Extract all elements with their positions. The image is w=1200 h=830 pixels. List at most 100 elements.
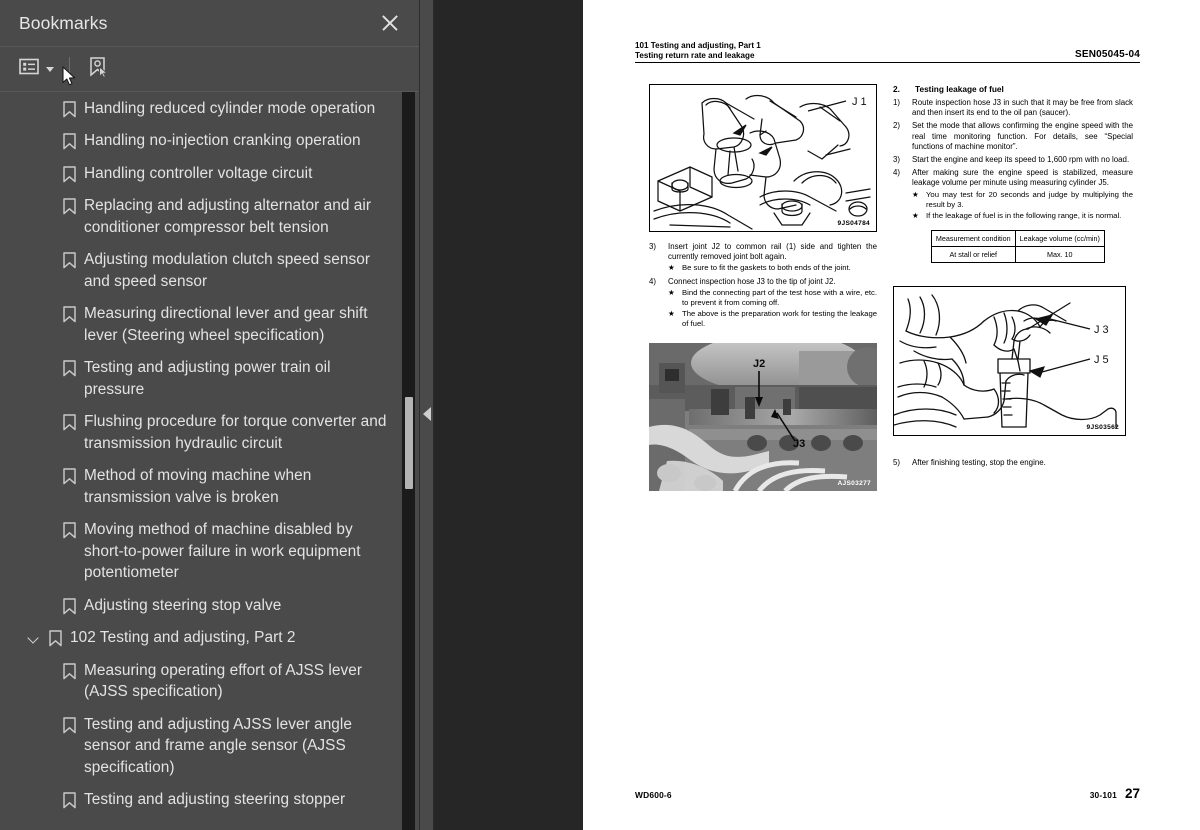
bookmark-item[interactable]: Replacing and adjusting alternator and a… xyxy=(0,190,400,244)
panel-splitter[interactable] xyxy=(420,0,434,830)
step-item: 3) Start the engine and keep its speed t… xyxy=(893,155,1133,165)
note-text: You may test for 20 seconds and judge by… xyxy=(926,189,1133,209)
step-number: 1) xyxy=(893,98,901,107)
table-header-cell: Measurement condition xyxy=(931,229,1016,247)
section-number: 2. xyxy=(893,84,900,94)
bookmark-item[interactable]: Adjusting modulation clutch speed sensor… xyxy=(0,244,400,298)
bookmark-item[interactable]: Testing and adjusting AJSS lever angle s… xyxy=(0,708,400,784)
left-column-steps: 3) Insert joint J2 to common rail (1) si… xyxy=(649,242,877,329)
bookmark-item[interactable]: Method of moving machine when transmissi… xyxy=(0,460,400,514)
sidebar-scrollbar-thumb[interactable] xyxy=(404,397,413,489)
step-item: 4) After making sure the engine speed is… xyxy=(893,168,1133,188)
bookmark-icon xyxy=(62,465,78,486)
page-header-line1: 101 Testing and adjusting, Part 1 xyxy=(635,41,761,50)
section-heading: 2. Testing leakage of fuel xyxy=(893,84,1133,95)
step-item: 5) After finishing testing, stop the eng… xyxy=(893,458,1133,468)
bookmark-icon xyxy=(62,660,78,681)
bookmark-item[interactable]: Handling no-injection cranking operation xyxy=(0,125,400,158)
new-bookmark-icon xyxy=(87,56,109,83)
note-item: ★ The above is the preparation work for … xyxy=(649,309,877,329)
bookmark-item-label: Moving method of machine disabled by sho… xyxy=(84,521,361,581)
page-header-line2: Testing return rate and leakage xyxy=(635,50,755,60)
step-text: Start the engine and keep its speed to 1… xyxy=(912,155,1130,165)
step-text: Route inspection hose J3 in such that it… xyxy=(912,98,1133,118)
bookmark-icon xyxy=(62,714,78,735)
chevron-down-icon[interactable] xyxy=(27,627,41,648)
step-item: 4) Connect inspection hose J3 to the tip… xyxy=(649,277,877,287)
bookmark-icon xyxy=(62,411,78,432)
bookmark-item-label: Method of moving machine when transmissi… xyxy=(84,467,312,506)
bookmark-item-label: Testing and adjusting AJSS lever angle s… xyxy=(84,715,352,776)
pdf-viewer-window: Bookmarks Handling reduced cylinder mode… xyxy=(0,0,1200,830)
page-header-title: 101 Testing and adjusting, Part 1 Testin… xyxy=(635,41,761,60)
note-item: ★ Bind the connecting part of the test h… xyxy=(649,288,877,308)
star-icon: ★ xyxy=(912,210,919,220)
new-bookmark-button[interactable] xyxy=(83,53,113,86)
collapse-left-icon[interactable] xyxy=(423,407,431,421)
step-text: After finishing testing, stop the engine… xyxy=(912,457,1046,467)
step-item: 2) Set the mode that allows confirming t… xyxy=(893,121,1133,152)
close-icon[interactable] xyxy=(377,10,403,36)
bookmark-icon xyxy=(62,303,78,324)
bookmark-item-label: Replacing and adjusting alternator and a… xyxy=(84,197,372,236)
figure-2: J2 J3 AJS03277 xyxy=(649,343,877,492)
page-header: 101 Testing and adjusting, Part 1 Testin… xyxy=(635,41,1140,64)
step-item: 3) Insert joint J2 to common rail (1) si… xyxy=(649,242,877,262)
sidebar-scrollbar[interactable] xyxy=(402,92,415,830)
table-header-cell: Leakage volume (cc/min) xyxy=(1014,229,1106,247)
step-item: 1) Route inspection hose J3 in such that… xyxy=(893,98,1133,118)
bookmark-item-label: Handling controller voltage circuit xyxy=(84,164,313,182)
bookmark-item[interactable]: Measuring directional lever and gear shi… xyxy=(0,298,400,352)
bookmark-icon xyxy=(62,195,78,216)
step-number: 4) xyxy=(893,168,901,178)
note-item: ★ You may test for 20 seconds and judge … xyxy=(893,190,1133,210)
step-number: 5) xyxy=(893,457,901,467)
bookmark-item-label: Testing and adjusting steering stopper xyxy=(84,791,346,808)
figure-1-drawing: J 1 xyxy=(653,94,871,230)
bookmarks-toolbar xyxy=(0,47,419,92)
footer-section: 30-101 xyxy=(1089,790,1117,800)
step-number: 3) xyxy=(893,155,901,165)
document-page: 101 Testing and adjusting, Part 1 Testin… xyxy=(583,0,1200,830)
left-column: J 1 9JS04784 3) Insert joint J2 to commo… xyxy=(649,84,877,492)
bookmark-item-label: Adjusting steering stop valve xyxy=(84,596,282,614)
bookmark-item[interactable]: Handling controller voltage circuit xyxy=(0,157,400,190)
panel-title: Bookmarks xyxy=(19,12,108,33)
footer-page-number: 27 xyxy=(1124,786,1140,801)
list-options-icon xyxy=(19,58,39,80)
note-text: Bind the connecting part of the test hos… xyxy=(682,287,877,307)
bookmark-icon xyxy=(62,130,78,151)
bookmark-item[interactable]: Adjusting steering stop valve xyxy=(0,589,400,622)
note-text: If the leakage of fuel is in the followi… xyxy=(926,210,1122,220)
step-text: Set the mode that allows confirming the … xyxy=(912,121,1133,151)
step-number: 4) xyxy=(649,276,657,286)
bookmark-item[interactable]: Testing and adjusting steering stopper xyxy=(0,784,400,817)
bookmark-item[interactable]: Handling reduced cylinder mode operation xyxy=(0,92,400,125)
figure-2-photograph: J2 J3 xyxy=(649,343,877,492)
svg-text:J2: J2 xyxy=(753,358,765,370)
bookmark-item-label: Flushing procedure for torque converter … xyxy=(84,413,387,452)
bookmark-item[interactable]: Testing and adjusting power train oil pr… xyxy=(0,352,400,406)
bookmark-item-label: Measuring operating effort of AJSS lever… xyxy=(84,661,363,701)
bookmark-item[interactable]: 102 Testing and adjusting, Part 2 xyxy=(0,622,400,655)
list-options-button[interactable] xyxy=(15,55,58,83)
bookmark-icon xyxy=(48,627,64,648)
bookmark-item[interactable]: Moving method of machine disabled by sho… xyxy=(0,514,400,590)
figure-1-code: 9JS04784 xyxy=(837,220,870,227)
bookmark-item[interactable]: Measuring operating effort of AJSS lever… xyxy=(0,654,400,708)
bookmarks-tree: Handling reduced cylinder mode operation… xyxy=(0,92,400,830)
bookmark-item[interactable]: Flushing procedure for torque converter … xyxy=(0,406,400,460)
bookmarks-scroll-area[interactable]: Handling reduced cylinder mode operation… xyxy=(0,92,419,830)
figure-3: J 3 J 5 9JS03562 xyxy=(893,285,1126,436)
bookmark-icon xyxy=(62,249,78,270)
bookmark-icon xyxy=(62,789,78,810)
svg-text:J 3: J 3 xyxy=(1094,324,1109,336)
page-footer: WD600-6 30-101 27 xyxy=(635,786,1140,801)
bookmark-icon xyxy=(62,357,78,378)
table-cell: At stall or relief xyxy=(931,245,1016,263)
svg-text:J 1: J 1 xyxy=(852,96,867,108)
step-number: 2) xyxy=(893,121,901,131)
bookmark-icon xyxy=(62,519,78,540)
document-viewer[interactable]: 101 Testing and adjusting, Part 1 Testin… xyxy=(434,0,1200,830)
star-icon: ★ xyxy=(668,287,675,297)
